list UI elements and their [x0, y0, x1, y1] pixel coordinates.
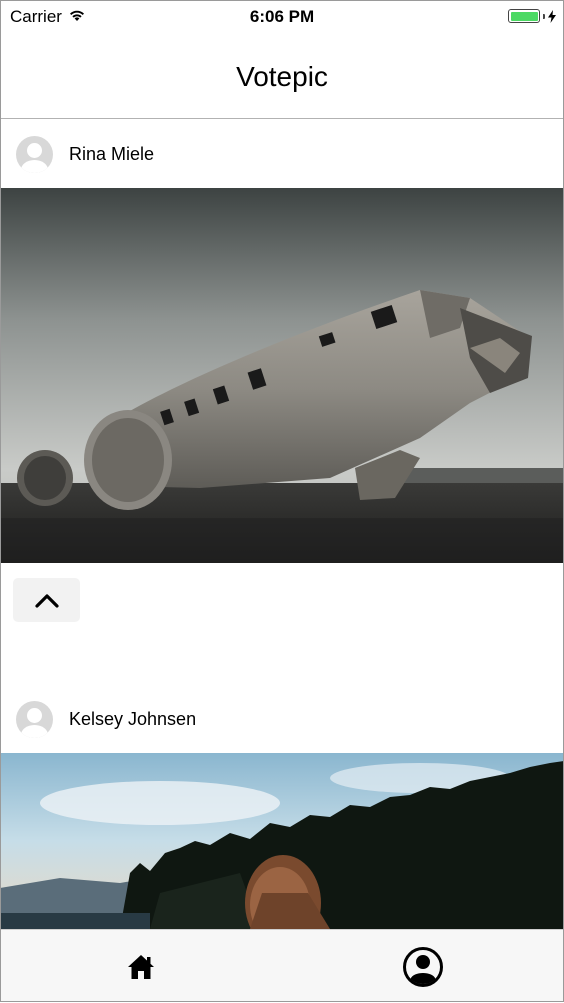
profile-icon: [403, 946, 443, 987]
home-icon: [128, 954, 154, 979]
status-time: 6:06 PM: [249, 7, 315, 26]
avatar[interactable]: [16, 135, 53, 173]
post-photo[interactable]: [0, 753, 564, 929]
tab-profile[interactable]: [382, 930, 464, 1003]
tab-bar: [0, 929, 564, 1002]
author-name[interactable]: Rina Miele: [69, 144, 154, 165]
battery-indicator: [508, 9, 556, 23]
author-name[interactable]: Kelsey Johnsen: [69, 709, 196, 730]
avatar[interactable]: [16, 700, 53, 738]
post-header: Kelsey Johnsen: [0, 685, 564, 753]
upvote-button[interactable]: [13, 578, 80, 622]
navigation-bar: Votepic: [0, 36, 564, 119]
battery-icon: [508, 9, 540, 23]
status-bar: Carrier 6:06 PM: [0, 0, 564, 36]
charging-bolt-icon: [548, 9, 556, 23]
post-header: Rina Miele: [0, 120, 564, 188]
chevron-up-icon: [34, 593, 59, 608]
tab-home[interactable]: [100, 930, 182, 1003]
page-title: Votepic: [236, 61, 328, 92]
post-photo[interactable]: [0, 188, 564, 563]
